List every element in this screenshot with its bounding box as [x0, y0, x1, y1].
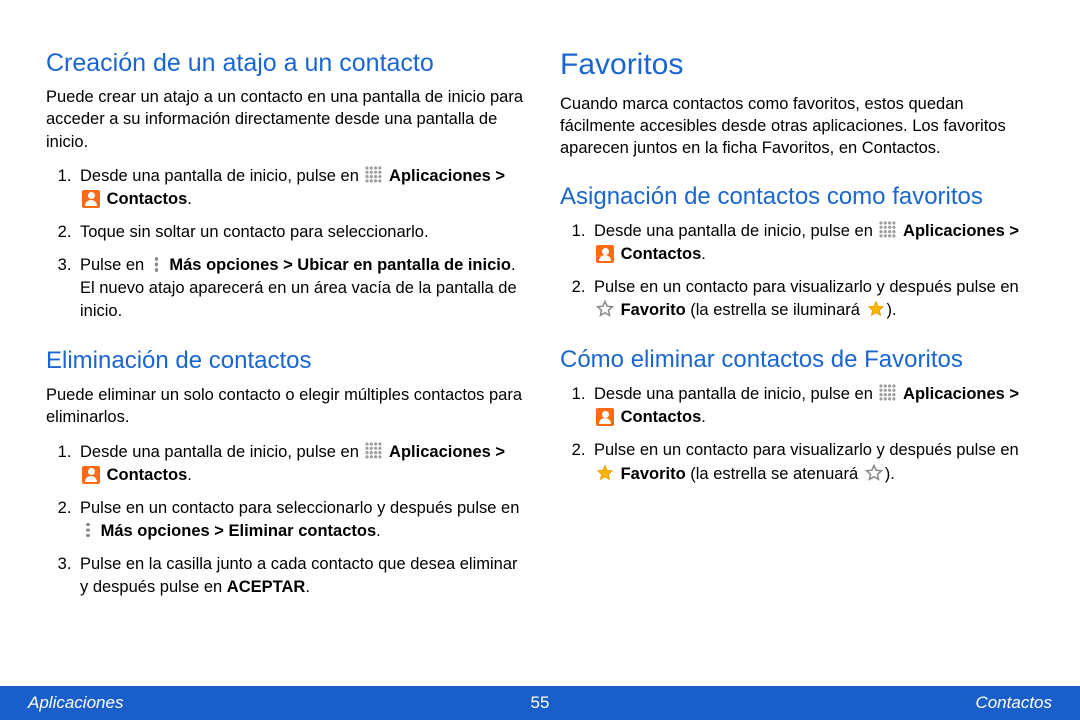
list-item: Desde una pantalla de inicio, pulse en A…	[76, 165, 526, 211]
bold-text: Aplicaciones >	[389, 443, 505, 461]
steps-remove-favorites: Desde una pantalla de inicio, pulse en A…	[560, 383, 1040, 485]
page-number: 55	[531, 693, 550, 713]
contacts-icon	[596, 245, 614, 263]
star-outline-icon	[865, 464, 883, 482]
bold-text: Aplicaciones >	[903, 385, 1019, 403]
text: Desde una pantalla de inicio, pulse en	[80, 443, 363, 461]
footer-left: Aplicaciones	[28, 693, 123, 713]
bold-text: ACEPTAR	[227, 578, 306, 596]
apps-grid-icon	[879, 384, 896, 401]
intro-favorites: Cuando marca contactos como favoritos, e…	[560, 93, 1040, 160]
text: Desde una pantalla de inicio, pulse en	[594, 222, 877, 240]
intro-create-shortcut: Puede crear un atajo a un contacto en un…	[46, 86, 526, 153]
heading-assign-favorites: Asignación de contactos como favoritos	[560, 183, 1040, 212]
text: Pulse en un contacto para visualizarlo y…	[594, 278, 1019, 296]
text: .	[305, 578, 310, 596]
apps-grid-icon	[879, 221, 896, 238]
bold-text: Contactos	[616, 245, 701, 263]
contacts-icon	[596, 408, 614, 426]
star-filled-icon	[596, 464, 614, 482]
list-item: Pulse en la casilla junto a cada contact…	[76, 553, 526, 599]
steps-delete-contacts: Desde una pantalla de inicio, pulse en A…	[46, 441, 526, 600]
apps-grid-icon	[365, 442, 382, 459]
page-columns: Creación de un atajo a un contacto Puede…	[0, 0, 1080, 680]
bold-text: Contactos	[616, 408, 701, 426]
heading-remove-favorites: Cómo eliminar contactos de Favoritos	[560, 346, 1040, 375]
list-item: Pulse en un contacto para visualizarlo y…	[590, 276, 1040, 322]
text: ).	[887, 301, 897, 319]
list-item: Pulse en Más opciones > Ubicar en pantal…	[76, 254, 526, 323]
more-options-icon	[151, 256, 163, 272]
bold-text: Aplicaciones >	[389, 167, 505, 185]
text: Desde una pantalla de inicio, pulse en	[594, 385, 877, 403]
text: .	[187, 466, 192, 484]
bold-text: Favorito	[616, 301, 686, 319]
document-page: Creación de un atajo a un contacto Puede…	[0, 0, 1080, 720]
bold-text: Más opciones > Eliminar contactos	[96, 522, 376, 540]
star-filled-icon	[867, 300, 885, 318]
heading-delete-contacts: Eliminación de contactos	[46, 347, 526, 376]
page-footer: Aplicaciones 55 Contactos	[0, 686, 1080, 720]
bold-text: Contactos	[102, 466, 187, 484]
text: .	[376, 522, 381, 540]
list-item: Desde una pantalla de inicio, pulse en A…	[590, 383, 1040, 429]
text: (la estrella se atenuará	[686, 465, 863, 483]
more-options-icon	[82, 522, 94, 538]
heading-create-shortcut: Creación de un atajo a un contacto	[46, 48, 526, 78]
text: Pulse en	[80, 256, 149, 274]
contacts-icon	[82, 466, 100, 484]
list-item: Pulse en un contacto para visualizarlo y…	[590, 439, 1040, 485]
left-column: Creación de un atajo a un contacto Puede…	[46, 48, 526, 680]
list-item: Desde una pantalla de inicio, pulse en A…	[590, 220, 1040, 266]
text: .	[187, 190, 192, 208]
text: (la estrella se iluminará	[686, 301, 865, 319]
steps-assign-favorites: Desde una pantalla de inicio, pulse en A…	[560, 220, 1040, 322]
text: Pulse en un contacto para seleccionarlo …	[80, 499, 519, 517]
star-outline-icon	[596, 300, 614, 318]
text: Pulse en un contacto para visualizarlo y…	[594, 441, 1019, 459]
text: .	[701, 408, 706, 426]
heading-favorites: Favoritos	[560, 48, 1040, 83]
text: Desde una pantalla de inicio, pulse en	[80, 167, 363, 185]
list-item: Desde una pantalla de inicio, pulse en A…	[76, 441, 526, 487]
list-item: Pulse en un contacto para seleccionarlo …	[76, 497, 526, 543]
list-item: Toque sin soltar un contacto para selecc…	[76, 221, 526, 244]
steps-create-shortcut: Desde una pantalla de inicio, pulse en A…	[46, 165, 526, 324]
text: ).	[885, 465, 895, 483]
right-column: Favoritos Cuando marca contactos como fa…	[560, 48, 1040, 680]
bold-text: Más opciones > Ubicar en pantalla de ini…	[165, 256, 511, 274]
footer-right: Contactos	[975, 693, 1052, 713]
intro-delete-contacts: Puede eliminar un solo contacto o elegir…	[46, 384, 526, 429]
apps-grid-icon	[365, 166, 382, 183]
bold-text: Favorito	[616, 465, 686, 483]
bold-text: Contactos	[102, 190, 187, 208]
bold-text: Aplicaciones >	[903, 222, 1019, 240]
contacts-icon	[82, 190, 100, 208]
text: .	[701, 245, 706, 263]
